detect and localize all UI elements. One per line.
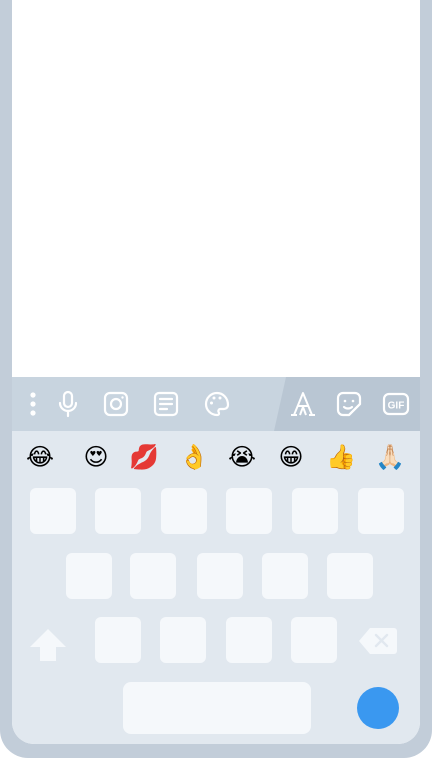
key[interactable]: [226, 617, 272, 663]
key[interactable]: [66, 553, 112, 599]
key[interactable]: [358, 488, 404, 534]
key[interactable]: [327, 553, 373, 599]
message-area: [12, 0, 420, 377]
sticker-icon[interactable]: [334, 389, 364, 419]
microphone-icon[interactable]: [53, 389, 83, 419]
send-button[interactable]: [357, 687, 399, 729]
emoji-suggestion[interactable]: 👍: [323, 439, 359, 475]
emoji-suggestion[interactable]: 😭: [224, 439, 260, 475]
emoji-suggestions: 😂 😍 💋 👌 😭 😁 👍 🙏🏻: [12, 431, 420, 481]
key[interactable]: [226, 488, 272, 534]
key[interactable]: [292, 488, 338, 534]
emoji-suggestion[interactable]: 😍: [78, 439, 114, 475]
backspace-icon[interactable]: [358, 625, 398, 657]
key[interactable]: [291, 617, 337, 663]
emoji-suggestion[interactable]: 😂: [22, 439, 58, 475]
keyboard-toolbar: GIF: [12, 377, 420, 431]
screen: GIF 😂 😍 💋 👌 😭 😁 👍 🙏🏻: [12, 0, 420, 744]
key[interactable]: [30, 488, 76, 534]
more-vertical-icon[interactable]: [18, 389, 48, 419]
phone-frame: GIF 😂 😍 💋 👌 😭 😁 👍 🙏🏻: [0, 0, 432, 758]
emoji-suggestion[interactable]: 💋: [126, 439, 162, 475]
instagram-icon[interactable]: [101, 389, 131, 419]
key[interactable]: [160, 617, 206, 663]
emoji-suggestion[interactable]: 😁: [273, 439, 309, 475]
key[interactable]: [161, 488, 207, 534]
svg-text:GIF: GIF: [388, 401, 405, 412]
space-bar[interactable]: [123, 682, 311, 734]
emoji-suggestion[interactable]: 👌: [176, 439, 212, 475]
key[interactable]: [95, 617, 141, 663]
key[interactable]: [197, 553, 243, 599]
shift-icon[interactable]: [28, 625, 68, 665]
key[interactable]: [95, 488, 141, 534]
key[interactable]: [262, 553, 308, 599]
emoji-suggestion[interactable]: 🙏🏻: [372, 439, 408, 475]
notes-icon[interactable]: [151, 389, 181, 419]
font-style-icon[interactable]: [288, 389, 318, 419]
gif-icon[interactable]: GIF: [381, 389, 411, 419]
palette-icon[interactable]: [202, 389, 232, 419]
key[interactable]: [130, 553, 176, 599]
keyboard: 😂 😍 💋 👌 😭 😁 👍 🙏🏻: [12, 431, 420, 744]
